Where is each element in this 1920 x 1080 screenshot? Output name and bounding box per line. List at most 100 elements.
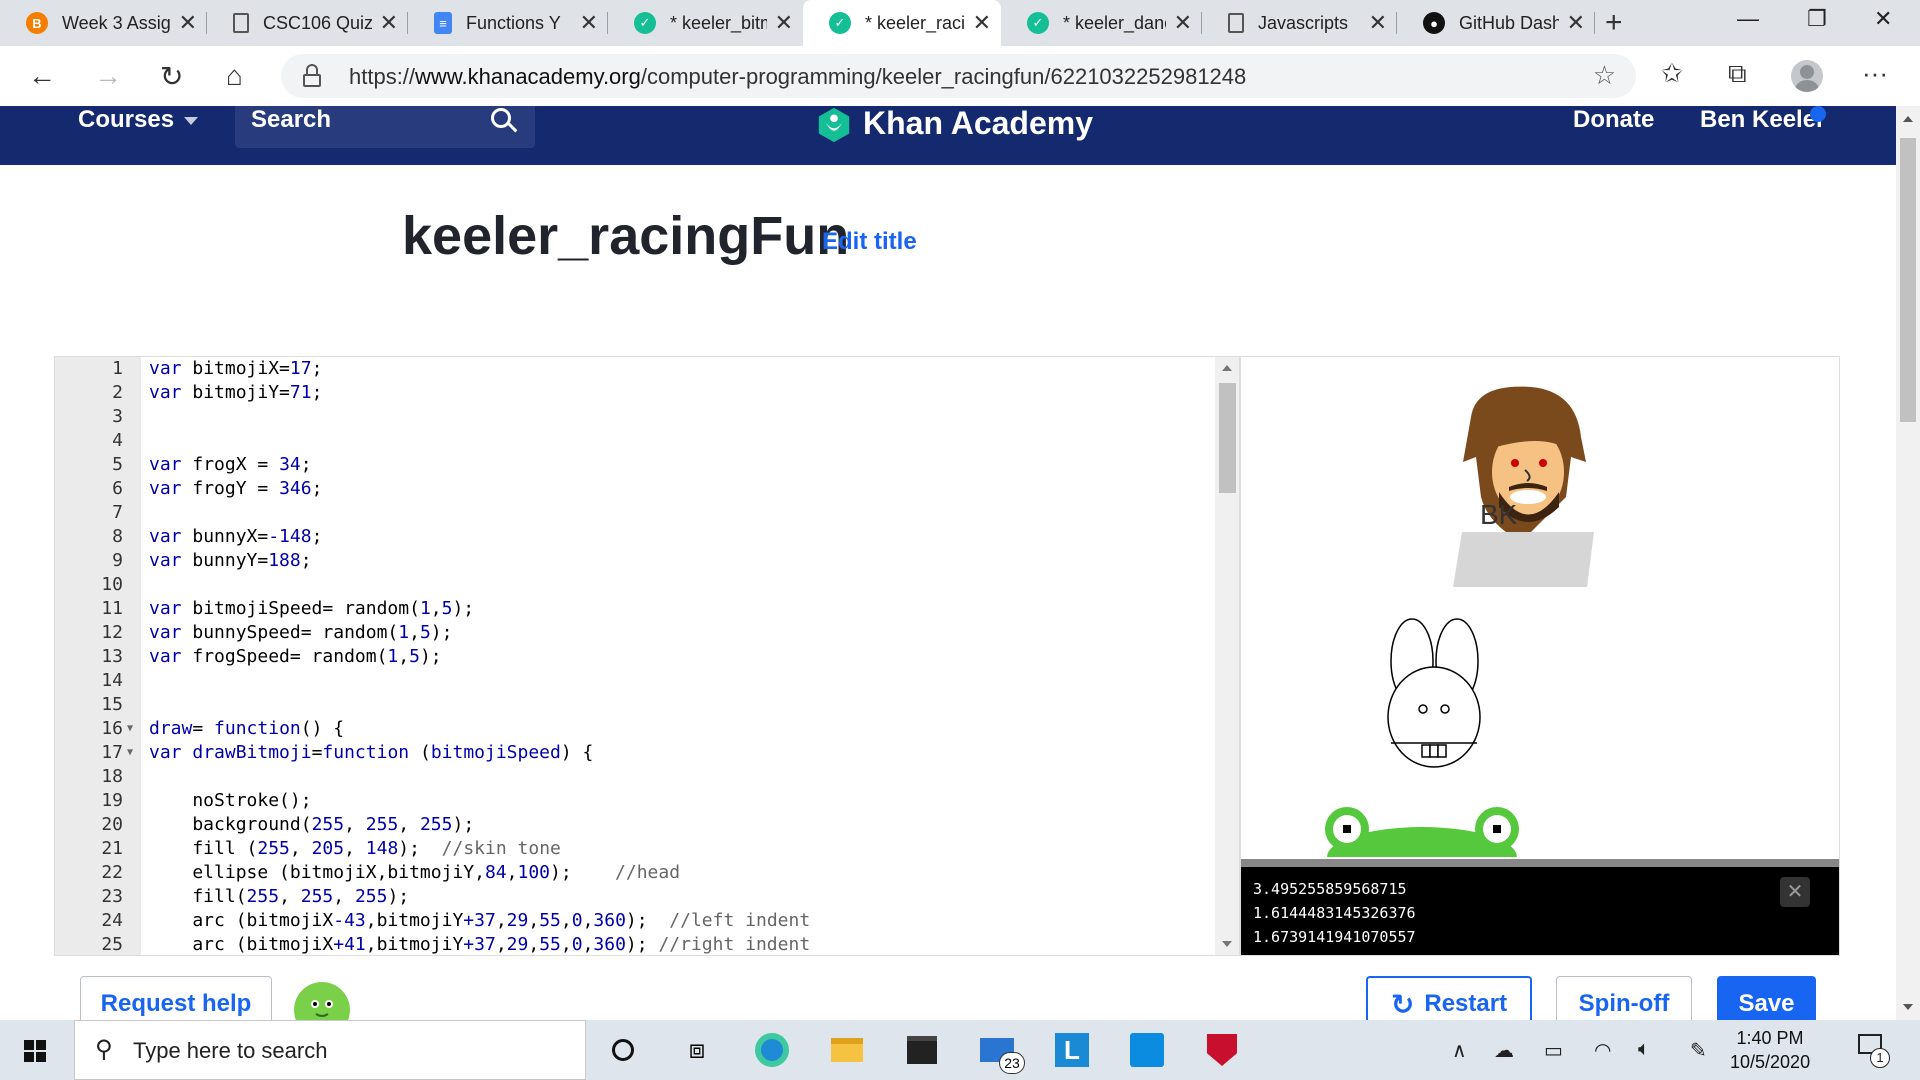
close-icon[interactable]: ✕ (1174, 10, 1192, 36)
code-line: 7 (112, 502, 123, 523)
bitmoji-name-tag: BK (1480, 499, 1518, 530)
minimize-button[interactable]: — (1737, 6, 1759, 32)
edit-title-link[interactable]: Edit title (822, 228, 917, 256)
pen-icon[interactable]: ✎ (1690, 1038, 1707, 1063)
onedrive-icon[interactable]: ☁ (1494, 1038, 1514, 1063)
code-line: 12 var bunnySpeed= random(1,5); (101, 622, 453, 643)
mcafee-icon[interactable] (1202, 1030, 1242, 1070)
scroll-up-icon[interactable] (1903, 116, 1913, 122)
code-line: 8 var bunnyX=-148; (112, 526, 323, 547)
fold-arrow-icon[interactable]: ▼ (127, 741, 133, 765)
code-line: 1 var bitmojiX=17; (112, 358, 323, 379)
lock-icon (303, 64, 321, 87)
restore-button[interactable]: ❐ (1807, 6, 1827, 32)
store-icon[interactable] (902, 1030, 942, 1070)
l-app-icon[interactable]: L (1052, 1030, 1092, 1070)
cortana-icon[interactable] (603, 1030, 643, 1070)
close-icon[interactable]: ✕ (179, 10, 197, 36)
khan-leaf-icon (818, 107, 850, 143)
close-console-icon[interactable]: ✕ (1780, 877, 1810, 907)
blogger-icon: B (26, 12, 48, 34)
system-clock[interactable]: 1:40 PM 10/5/2020 (1730, 1026, 1810, 1074)
edge-icon[interactable] (752, 1030, 792, 1070)
donate-link[interactable]: Donate (1573, 106, 1654, 134)
search-input[interactable]: Search (235, 106, 535, 148)
scroll-down-icon[interactable] (1222, 941, 1232, 947)
window-close-button[interactable]: ✕ (1874, 6, 1892, 32)
windows-start-icon[interactable] (24, 1040, 46, 1062)
url-field[interactable]: https://www.khanacademy.org/computer-pro… (281, 54, 1636, 98)
tab-javascripts[interactable]: Javascripts ✕ (1202, 0, 1397, 46)
volume-icon[interactable]: 🔈︎ (1638, 1038, 1650, 1061)
program-canvas[interactable]: BK 3.495255859568715 1.6144483145326376 … (1240, 356, 1840, 956)
collections-icon[interactable]: ⧉ (1728, 58, 1747, 90)
restart-icon: ↻ (1390, 988, 1415, 1020)
back-arrow-icon[interactable]: ← (28, 60, 56, 92)
close-icon[interactable]: ✕ (580, 10, 598, 36)
courses-menu[interactable]: Courses (78, 106, 199, 134)
github-icon: ● (1423, 12, 1445, 34)
code-line: 19 noStroke(); (101, 790, 312, 811)
scroll-thumb[interactable] (1219, 383, 1236, 493)
code-line: 18 (101, 766, 123, 787)
tab-github[interactable]: ● GitHub Dashboard ✕ (1397, 0, 1595, 46)
search-icon: ⚲ (95, 1036, 113, 1063)
code-line: 16 ▼ draw= function() { (101, 717, 345, 741)
profile-avatar-icon[interactable] (1791, 60, 1823, 92)
tab-keeler-bitmoji[interactable]: ✓ * keeler_bitmoji ✕ (608, 0, 803, 46)
page-title: keeler_racingFun (402, 206, 850, 266)
task-view-icon[interactable]: ⧈ (677, 1030, 717, 1070)
tab-functions[interactable]: ≡ Functions Y ✕ (408, 0, 608, 46)
windows-taskbar: ⚲ Type here to search ⧈ 23 L ∧ ☁ ▭ ◠ 🔈︎ … (0, 1020, 1920, 1080)
more-menu-icon[interactable]: ··· (1862, 58, 1888, 89)
scroll-up-icon[interactable] (1222, 365, 1232, 371)
refresh-icon[interactable]: ↻ (160, 60, 183, 93)
code-line: 15 (101, 694, 123, 715)
mail-icon[interactable]: 23 (977, 1030, 1025, 1074)
tab-week3[interactable]: B Week 3 Assignment ✕ (0, 0, 207, 46)
code-line: 21 fill (255, 205, 148); //skin tone (101, 838, 561, 859)
close-icon[interactable]: ✕ (1369, 10, 1387, 36)
code-line: 17 ▼ var drawBitmoji=function (bitmojiSpee… (101, 741, 594, 765)
show-hidden-icons-icon[interactable]: ∧ (1452, 1038, 1467, 1063)
new-tab-button[interactable]: + (1605, 6, 1623, 40)
tab-csc106[interactable]: CSC106 Quiz ✕ (207, 0, 408, 46)
search-icon[interactable] (491, 108, 518, 134)
address-bar-row: ← → ↻ ⌂ https://www.khanacademy.org/comp… (0, 46, 1920, 106)
close-icon[interactable]: ✕ (1567, 10, 1585, 36)
code-editor[interactable]: 1 var bitmojiX=17; 2 var bitmojiY=71; 3 4 … (54, 356, 1240, 956)
favorite-star-icon[interactable]: ☆ (1593, 60, 1616, 91)
khan-icon: ✓ (634, 12, 656, 34)
notifications-icon[interactable]: 1 (1858, 1034, 1890, 1068)
close-icon[interactable]: ✕ (775, 10, 793, 36)
tab-keeler-racingfun[interactable]: ✓ * keeler_racingFun ✕ (803, 0, 1001, 46)
tab-keeler-dance[interactable]: ✓ * keeler_dance ✕ (1001, 0, 1202, 46)
home-icon[interactable]: ⌂ (226, 60, 243, 92)
khan-icon: ✓ (829, 12, 851, 34)
scroll-thumb[interactable] (1900, 138, 1916, 422)
scroll-down-icon[interactable] (1903, 1004, 1913, 1010)
browser-tab-strip: B Week 3 Assignment ✕ CSC106 Quiz ✕ ≡ Fu… (0, 0, 1920, 46)
battery-icon[interactable]: ▭ (1544, 1038, 1563, 1063)
taskbar-search-input[interactable]: ⚲ Type here to search (74, 1020, 586, 1080)
fold-arrow-icon[interactable]: ▼ (127, 717, 133, 741)
page-scrollbar[interactable] (1896, 106, 1920, 1020)
close-icon[interactable]: ✕ (973, 10, 991, 36)
site-header: Courses Search Khan Academy Donate Ben K… (0, 105, 1896, 165)
bunny-figure (1387, 618, 1481, 768)
cortana-app-icon[interactable] (1127, 1030, 1167, 1070)
close-icon[interactable]: ✕ (380, 10, 398, 36)
code-line: 6 var frogY = 346; (112, 478, 323, 499)
khan-academy-logo[interactable]: Khan Academy (815, 105, 1093, 143)
code-line: 24 arc (bitmojiX-43,bitmojiY+37,29,55,0,… (101, 910, 811, 931)
forward-arrow-icon[interactable]: → (94, 60, 122, 92)
code-line: 9 var bunnyY=188; (112, 550, 312, 571)
user-menu[interactable]: Ben Keeler (1700, 106, 1825, 134)
code-line: 2 var bitmojiY=71; (112, 382, 323, 403)
editor-scrollbar[interactable] (1215, 357, 1239, 955)
file-explorer-icon[interactable] (827, 1030, 867, 1070)
code-line: 10 (101, 574, 123, 595)
favorites-list-icon[interactable]: ✩ (1661, 58, 1683, 89)
wifi-icon[interactable]: ◠ (1594, 1038, 1611, 1063)
canvas-drawing (1325, 386, 1594, 857)
